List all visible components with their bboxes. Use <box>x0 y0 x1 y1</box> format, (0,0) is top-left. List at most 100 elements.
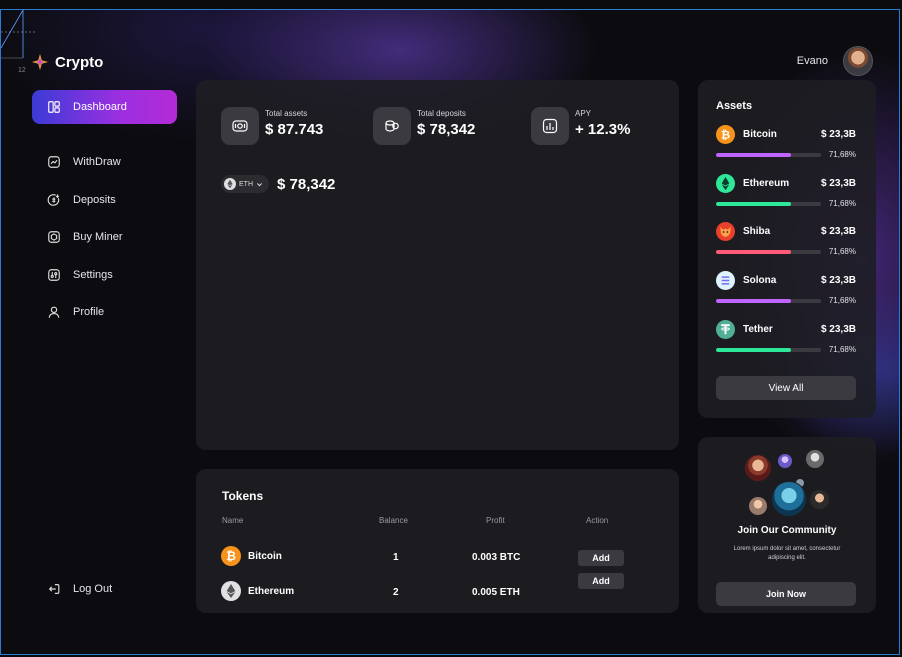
chevron-down-icon <box>256 182 263 186</box>
shiba-icon <box>716 222 735 241</box>
deposit-icon <box>47 193 60 206</box>
asset-item[interactable]: Ethereum $ 23,3B 71,68% <box>716 174 856 214</box>
avatar <box>771 481 807 517</box>
user-name: Evano <box>796 55 828 67</box>
asset-price: $ 23,3B <box>820 129 856 140</box>
bitcoin-icon: ₿ <box>221 546 241 566</box>
asset-price: $ 23,3B <box>820 178 856 189</box>
tokens-title: Tokens <box>222 489 264 503</box>
asset-price: $ 23,3B <box>820 226 856 237</box>
sidebar-item-settings[interactable]: Settings <box>32 258 177 292</box>
asset-progress-fill <box>716 250 792 254</box>
stat-apy: APY + 12.3% <box>531 107 630 145</box>
avatar[interactable] <box>843 46 873 76</box>
logo-icon <box>31 53 49 71</box>
overview-card: Total assets $ 87.743 Total deposits $ 7… <box>196 80 679 450</box>
coins-icon <box>373 107 411 145</box>
add-button[interactable]: Add <box>578 573 624 589</box>
sidebar-item-label: Settings <box>73 268 113 281</box>
asset-item[interactable]: Solona $ 23,3B 71,68% <box>716 271 856 311</box>
stat-label: Total deposits <box>417 109 466 118</box>
asset-percent: 71,68% <box>828 345 856 354</box>
token-profit: 0.005 ETH <box>472 587 520 598</box>
dashboard-icon <box>48 101 60 113</box>
token-profit: 0.003 BTC <box>472 552 521 563</box>
logout-button[interactable]: Log Out <box>47 582 112 596</box>
token-balance: 2 <box>393 587 399 598</box>
sidebar-item-label: Deposits <box>73 193 116 206</box>
asset-name: Ethereum <box>743 178 790 189</box>
stat-value: $ 78,342 <box>417 121 476 138</box>
sidebar-item-buy-miner[interactable]: Buy Miner <box>32 220 177 254</box>
token-name-cell: ₿ Bitcoin <box>221 546 282 566</box>
asset-item[interactable]: Shiba $ 23,3B 71,68% <box>716 222 856 262</box>
stat-label: APY <box>575 109 592 118</box>
ethereum-icon <box>224 178 236 190</box>
solana-icon <box>716 271 735 290</box>
currency-label: ETH <box>239 180 253 188</box>
wallet-icon <box>221 107 259 145</box>
profile-icon <box>48 306 60 318</box>
avatar <box>744 454 772 482</box>
assets-card: Assets ₿ Bitcoin $ 23,3B 71,68% Ethereum… <box>698 80 876 418</box>
stat-total-deposits: Total deposits $ 78,342 <box>373 107 475 145</box>
sidebar-nav: Dashboard WithDraw Deposits Buy Miner Se… <box>32 90 177 333</box>
bar-chart-icon <box>531 107 569 145</box>
currency-select[interactable]: ETH <box>221 175 269 193</box>
sidebar-item-deposits[interactable]: Deposits <box>32 183 177 217</box>
join-now-button[interactable]: Join Now <box>716 582 856 606</box>
avatar <box>777 453 793 469</box>
stat-value: $ 87.743 <box>265 121 324 138</box>
sidebar-item-label: WithDraw <box>73 156 121 168</box>
asset-progress-fill <box>716 202 792 206</box>
stat-value: + 12.3% <box>575 121 631 138</box>
table-row: ₿ Bitcoin 1 0.003 BTC Add <box>196 544 679 568</box>
sidebar-item-withdraw[interactable]: WithDraw <box>32 145 177 179</box>
chart-icon <box>48 156 60 168</box>
asset-percent: 71,68% <box>828 150 856 159</box>
ethereum-icon <box>716 174 735 193</box>
balance-value: $ 78,342 <box>277 175 336 193</box>
guide-number: 12 <box>18 67 26 74</box>
app-logo[interactable]: Crypto <box>31 53 103 71</box>
user-menu[interactable]: Evano <box>797 46 873 76</box>
community-title: Join Our Community <box>737 525 837 536</box>
avatar <box>809 489 830 510</box>
sidebar-item-profile[interactable]: Profile <box>32 295 177 329</box>
balance-row: ETH $ 78,342 <box>221 175 335 193</box>
column-header: Name <box>222 516 244 525</box>
asset-name: Solona <box>743 275 777 286</box>
asset-progress-bar <box>716 348 821 352</box>
asset-percent: 71,68% <box>828 296 856 305</box>
asset-name: Bitcoin <box>743 129 777 140</box>
asset-progress-bar <box>716 250 821 254</box>
sidebar-item-label: Dashboard <box>73 101 127 113</box>
asset-percent: 71,68% <box>828 199 856 208</box>
asset-progress-bar <box>716 153 821 157</box>
community-text: Lorem ipsum dolor sit amet, consectetur … <box>733 546 841 561</box>
asset-item[interactable]: ₿ Bitcoin $ 23,3B 71,68% <box>716 125 856 165</box>
asset-price: $ 23,3B <box>820 324 856 335</box>
column-header: Balance <box>379 516 408 525</box>
token-name-cell: Ethereum <box>221 581 294 601</box>
view-all-button[interactable]: View All <box>716 376 856 400</box>
svg-text:₿: ₿ <box>721 129 730 141</box>
sidebar-item-label: Buy Miner <box>73 231 123 243</box>
add-button[interactable]: Add <box>578 550 624 566</box>
stat-label: Total assets <box>265 109 308 118</box>
stat-total-assets: Total assets $ 87.743 <box>221 107 323 145</box>
asset-name: Tether <box>743 324 773 335</box>
app-frame: 12 Crypto Dashboard WithDraw Deposits Bu… <box>0 9 900 655</box>
token-balance: 1 <box>393 552 399 563</box>
sidebar-item-dashboard[interactable]: Dashboard <box>32 90 177 124</box>
assets-title: Assets <box>716 100 753 112</box>
settings-icon <box>48 268 60 281</box>
logout-icon <box>48 584 60 594</box>
asset-percent: 71,68% <box>828 247 856 256</box>
asset-progress-bar <box>716 299 821 303</box>
sidebar-item-label: Profile <box>73 306 105 318</box>
asset-item[interactable]: Tether $ 23,3B 71,68% <box>716 320 856 360</box>
table-row: Ethereum 2 0.005 ETH Add <box>196 573 679 603</box>
asset-progress-fill <box>716 299 792 303</box>
tether-icon <box>716 320 735 339</box>
